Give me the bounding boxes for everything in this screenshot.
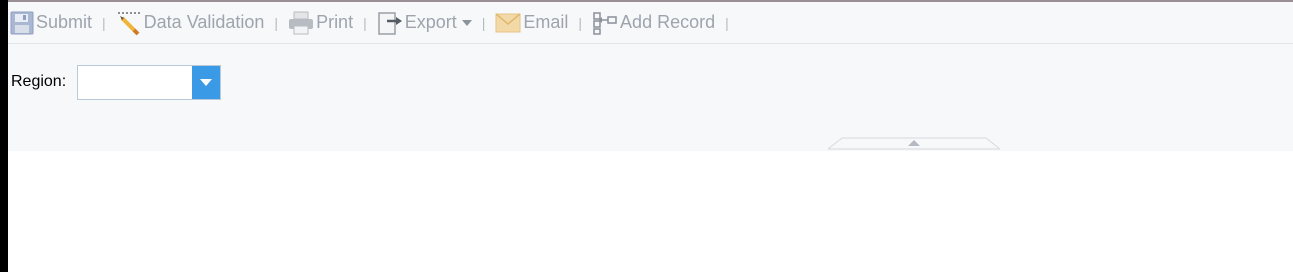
- toolbar: Submit | Data Validation | Print | Expor…: [8, 2, 1293, 44]
- printer-icon: [288, 11, 314, 35]
- region-dropdown-button[interactable]: [192, 66, 220, 99]
- export-dropdown-button[interactable]: Export: [377, 11, 472, 35]
- email-label: Email: [523, 12, 569, 32]
- email-button[interactable]: Email: [495, 11, 568, 35]
- left-edge-strip: [0, 0, 8, 272]
- export-label: Export: [404, 12, 457, 32]
- chevron-down-icon: [200, 79, 212, 86]
- collapse-toggle[interactable]: [826, 137, 1002, 151]
- toolbar-separator: |: [578, 14, 583, 31]
- toolbar-separator: |: [102, 14, 106, 31]
- report-content-area: [8, 151, 1293, 272]
- parameter-form: Region:: [8, 44, 1293, 151]
- floppy-disk-icon: [10, 11, 34, 35]
- report-panel: Submit | Data Validation | Print | Expor…: [8, 2, 1293, 151]
- submit-label: Submit: [36, 12, 93, 32]
- toolbar-separator: |: [481, 14, 486, 31]
- print-button[interactable]: Print: [288, 11, 353, 35]
- data-validation-label: Data Validation: [143, 12, 265, 32]
- caret-down-icon: [461, 19, 472, 26]
- export-icon: [377, 10, 403, 36]
- region-value: [78, 66, 192, 99]
- toolbar-separator: |: [363, 14, 367, 31]
- add-record-button[interactable]: Add Record: [592, 11, 715, 35]
- add-record-label: Add Record: [620, 12, 716, 32]
- pencil-ruler-icon: [116, 10, 142, 36]
- envelope-icon: [495, 12, 521, 33]
- region-select[interactable]: [77, 65, 221, 100]
- region-label: Region:: [11, 73, 67, 90]
- toolbar-separator: |: [725, 14, 729, 31]
- add-record-icon: [592, 11, 618, 35]
- print-label: Print: [316, 12, 354, 32]
- submit-button[interactable]: Submit: [10, 11, 92, 35]
- data-validation-button[interactable]: Data Validation: [116, 10, 265, 36]
- toolbar-separator: |: [274, 14, 279, 31]
